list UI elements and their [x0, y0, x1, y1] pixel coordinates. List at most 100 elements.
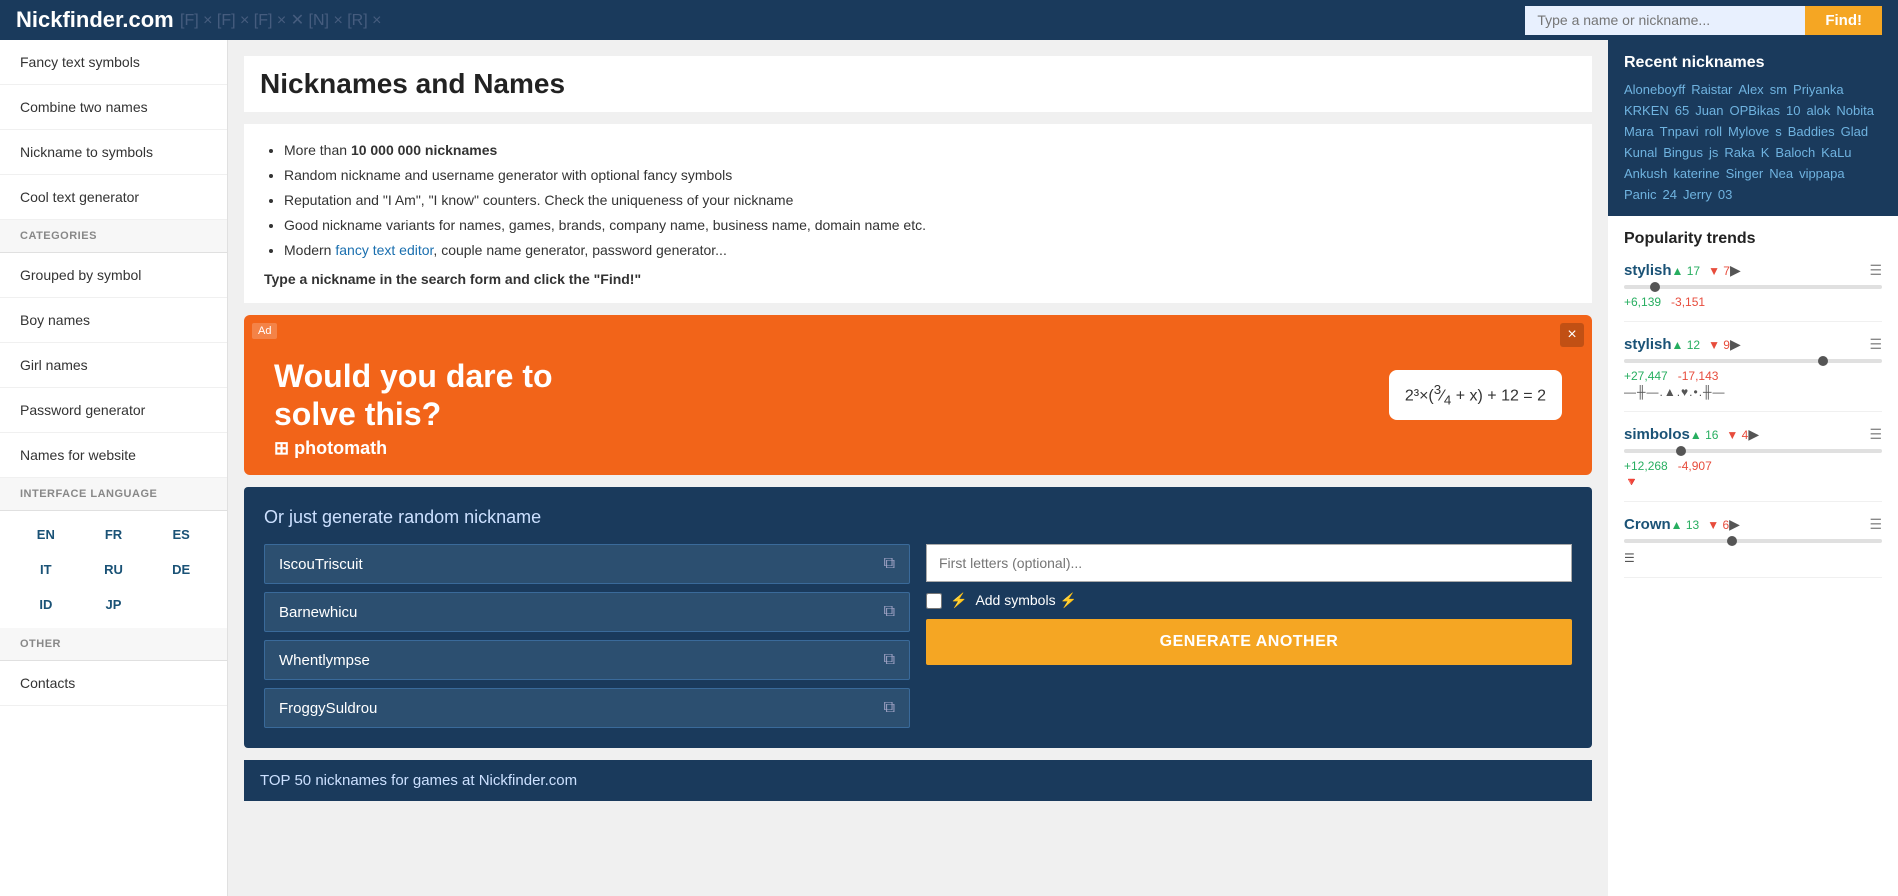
copy-icon-2[interactable]: ⧉ [884, 651, 895, 669]
recent-name-item[interactable]: Panic [1624, 187, 1657, 202]
recent-title: Recent nicknames [1624, 54, 1882, 72]
info-list: More than 10 000 000 nicknames Random ni… [284, 140, 1572, 261]
recent-name-item[interactable]: Raistar [1691, 82, 1732, 97]
recent-name-item[interactable]: OPBikas [1729, 103, 1780, 118]
recent-name-item[interactable]: Ankush [1624, 166, 1667, 181]
name-item-0[interactable]: IscouTriscuit ⧉ [264, 544, 910, 584]
trend-play-1[interactable]: ▶ [1730, 336, 1741, 353]
ad-label: Ad [252, 323, 277, 339]
recent-name-item[interactable]: alok [1807, 103, 1831, 118]
sidebar-item-contacts[interactable]: Contacts [0, 661, 227, 706]
recent-name-item[interactable]: Nea [1769, 166, 1793, 181]
sidebar-item-grouped-by-symbol[interactable]: Grouped by symbol [0, 253, 227, 298]
name-item-1[interactable]: Barnewhicu ⧉ [264, 592, 910, 632]
trend-name-3[interactable]: Crown [1624, 516, 1671, 533]
recent-name-item[interactable]: Singer [1726, 166, 1764, 181]
lang-ru[interactable]: RU [84, 556, 144, 583]
info-item-5: Modern fancy text editor, couple name ge… [284, 240, 1572, 261]
recent-name-item[interactable]: Bingus [1663, 145, 1703, 160]
recent-name-item[interactable]: 03 [1718, 187, 1732, 202]
recent-name-item[interactable]: Raka [1724, 145, 1754, 160]
site-logo[interactable]: Nickfinder.com [16, 7, 174, 33]
recent-name-item[interactable]: Priyanka [1793, 82, 1844, 97]
sidebar-item-names-for-website[interactable]: Names for website [0, 433, 227, 478]
trend-bar-2[interactable] [1624, 449, 1882, 453]
trend-name-1[interactable]: stylish [1624, 336, 1672, 353]
recent-name-item[interactable]: Mara [1624, 124, 1654, 139]
copy-icon-3[interactable]: ⧉ [884, 699, 895, 717]
right-panel: Recent nicknames Aloneboyff Raistar Alex… [1608, 40, 1898, 896]
trend-name-2[interactable]: simbolos [1624, 426, 1690, 443]
sidebar-item-password-generator[interactable]: Password generator [0, 388, 227, 433]
sidebar-item-fancy-text-symbols[interactable]: Fancy text symbols [0, 40, 227, 85]
trend-nick-row-3: ☰ [1624, 551, 1882, 565]
recent-name-item[interactable]: Jerry [1683, 187, 1712, 202]
sidebar-item-girl-names[interactable]: Girl names [0, 343, 227, 388]
recent-name-item[interactable]: Aloneboyff [1624, 82, 1685, 97]
recent-box: Recent nicknames Aloneboyff Raistar Alex… [1608, 40, 1898, 216]
recent-name-item[interactable]: Alex [1738, 82, 1763, 97]
trend-menu-icon-3[interactable]: ☰ [1869, 516, 1882, 533]
sidebar-item-nickname-to-symbols[interactable]: Nickname to symbols [0, 130, 227, 175]
name-item-2[interactable]: Whentlympse ⧉ [264, 640, 910, 680]
ad-math-formula: 2³×(3⁄4 + x) + 12 = 2 [1405, 382, 1546, 408]
trend-item-2: simbolos▲ 16▼ 4▶☰+12,268-4,907🔻 [1624, 426, 1882, 502]
generator-title: Or just generate random nickname [264, 507, 1572, 528]
recent-name-item[interactable]: 65 [1675, 103, 1689, 118]
add-symbols-label[interactable]: Add symbols ⚡ [975, 592, 1076, 609]
trend-name-0[interactable]: stylish [1624, 262, 1672, 279]
trend-menu-icon-1[interactable]: ☰ [1869, 336, 1882, 353]
recent-name-item[interactable]: Tnpavi [1660, 124, 1699, 139]
recent-name-item[interactable]: Glad [1841, 124, 1868, 139]
recent-name-item[interactable]: KRKEN [1624, 103, 1669, 118]
sidebar-item-boy-names[interactable]: Boy names [0, 298, 227, 343]
recent-name-item[interactable]: Mylove [1728, 124, 1769, 139]
recent-name-item[interactable]: Baddies [1788, 124, 1835, 139]
sidebar-item-combine-two-names[interactable]: Combine two names [0, 85, 227, 130]
copy-icon-1[interactable]: ⧉ [884, 603, 895, 621]
add-symbols-checkbox[interactable] [926, 593, 942, 609]
recent-name-item[interactable]: js [1709, 145, 1718, 160]
lang-fr[interactable]: FR [84, 521, 144, 548]
lang-jp[interactable]: JP [84, 591, 144, 618]
first-letters-input[interactable] [926, 544, 1572, 582]
recent-name-item[interactable]: katerine [1673, 166, 1719, 181]
lang-de[interactable]: DE [151, 556, 211, 583]
trend-play-2[interactable]: ▶ [1748, 426, 1759, 443]
trend-play-0[interactable]: ▶ [1730, 262, 1741, 279]
recent-name-item[interactable]: KaLu [1821, 145, 1851, 160]
lang-id[interactable]: ID [16, 591, 76, 618]
trend-menu-icon-0[interactable]: ☰ [1869, 262, 1882, 279]
trend-menu-icon-2[interactable]: ☰ [1869, 426, 1882, 443]
lang-it[interactable]: IT [16, 556, 76, 583]
recent-name-item[interactable]: 24 [1663, 187, 1677, 202]
trend-count-down-0: -3,151 [1671, 295, 1705, 309]
find-button[interactable]: Find! [1805, 6, 1882, 35]
recent-name-item[interactable]: s [1775, 124, 1782, 139]
recent-name-item[interactable]: Nobita [1836, 103, 1874, 118]
lang-es[interactable]: ES [151, 521, 211, 548]
trend-up-0: ▲ 17 [1672, 264, 1701, 278]
lang-en[interactable]: EN [16, 521, 76, 548]
sidebar-item-cool-text-generator[interactable]: Cool text generator [0, 175, 227, 220]
trend-play-3[interactable]: ▶ [1729, 516, 1740, 533]
ad-close-button[interactable]: × [1560, 323, 1584, 347]
trend-bar-3[interactable] [1624, 539, 1882, 543]
recent-name-item[interactable]: Juan [1695, 103, 1723, 118]
generate-button[interactable]: GENERATE ANOTHER [926, 619, 1572, 665]
recent-name-item[interactable]: roll [1705, 124, 1722, 139]
fancy-text-editor-link[interactable]: fancy text editor [335, 242, 433, 258]
trend-bar-0[interactable] [1624, 285, 1882, 289]
trend-count-up-0: +6,139 [1624, 295, 1661, 309]
ad-math: 2³×(3⁄4 + x) + 12 = 2 [1389, 370, 1562, 420]
recent-name-item[interactable]: K [1761, 145, 1770, 160]
recent-name-item[interactable]: Kunal [1624, 145, 1657, 160]
recent-name-item[interactable]: Baloch [1775, 145, 1815, 160]
trend-bar-1[interactable] [1624, 359, 1882, 363]
copy-icon-0[interactable]: ⧉ [884, 555, 895, 573]
name-item-3[interactable]: FroggySuldrou ⧉ [264, 688, 910, 728]
recent-name-item[interactable]: 10 [1786, 103, 1800, 118]
search-input[interactable] [1525, 6, 1805, 35]
recent-name-item[interactable]: sm [1770, 82, 1787, 97]
recent-name-item[interactable]: vippapa [1799, 166, 1845, 181]
